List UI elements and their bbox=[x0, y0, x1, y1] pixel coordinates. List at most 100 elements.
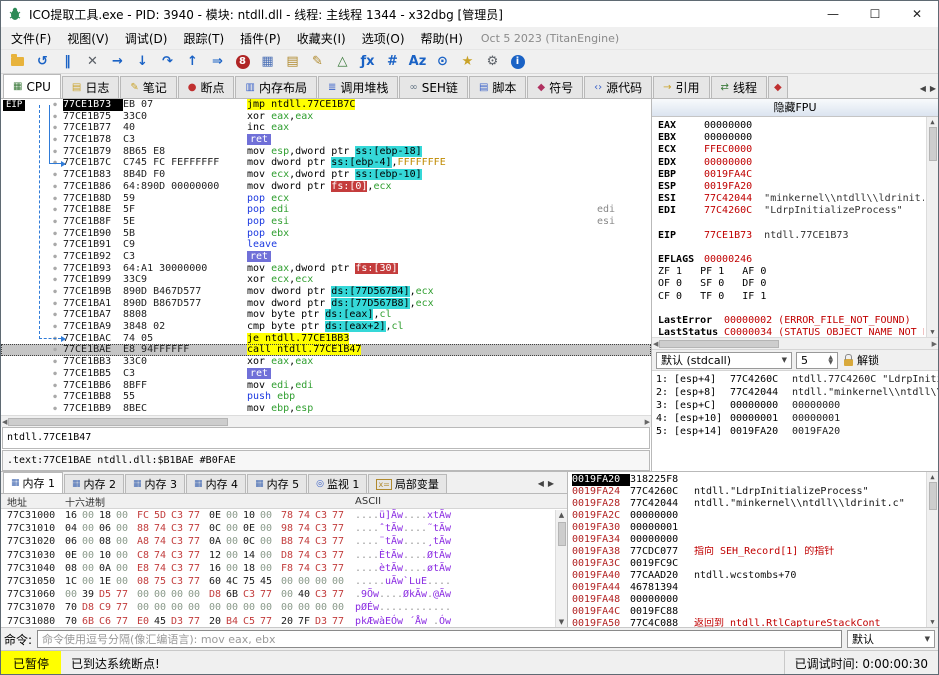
tab-cpu[interactable]: ▦ CPU bbox=[3, 74, 61, 98]
disasm-row[interactable]: ● 77CE1B92 C3 ret bbox=[1, 250, 651, 263]
maximize-button[interactable]: ☐ bbox=[854, 1, 896, 27]
tab-source[interactable]: ‹› 源代码 bbox=[584, 76, 653, 98]
tab-script[interactable]: ▤ 脚本 bbox=[468, 76, 527, 98]
step-out-button[interactable]: ↑ bbox=[180, 51, 205, 73]
dump-row[interactable]: 77C31060 00 39 D5 77 00 00 00 00 D8 6B C3 77 00 40 C3 77… bbox=[7, 588, 567, 601]
stack-row[interactable]: 0019FA34 00000000 bbox=[572, 534, 924, 546]
disasm-row[interactable]: ● 77CE1B91 C9 leave bbox=[1, 239, 651, 251]
disasm-row[interactable]: ● 77CE1B8E 5F pop edi edi bbox=[1, 204, 651, 216]
register-row[interactable]: LastStatus C0000034 (STATUS_OBJECT_NAME_N… bbox=[658, 327, 924, 337]
scroll-thumb[interactable] bbox=[929, 482, 937, 510]
unlock-toggle[interactable]: 解锁 bbox=[844, 352, 879, 368]
disasm-row[interactable]: ● 77CE1B79 8B65 E8 mov esp,dword ptr ss:[eb… bbox=[1, 145, 651, 158]
scroll-thumb[interactable] bbox=[929, 127, 937, 161]
disasm-row[interactable]: ● 77CE1B77 40 inc eax bbox=[1, 122, 651, 134]
disasm-row[interactable]: ● 77CE1B8D 59 pop ecx bbox=[1, 193, 651, 205]
dump-tab-scroll-right-button[interactable]: ▶ bbox=[548, 479, 554, 488]
command-profile-select[interactable]: 默认 ▼ bbox=[847, 630, 935, 648]
scroll-down-icon[interactable]: ▼ bbox=[930, 618, 934, 626]
favourite-tools-button[interactable]: ★ bbox=[455, 51, 480, 73]
register-row[interactable]: EDX 00000000 bbox=[658, 157, 924, 169]
notes-button[interactable]: ✎ bbox=[305, 51, 330, 73]
stack-row[interactable]: 0019FA38 77CDC077 指向 SEH_Record[1] 的指针 bbox=[572, 546, 924, 558]
disasm-row[interactable]: ● 77CE1B8F 5E pop esi esi bbox=[1, 216, 651, 228]
stack-row[interactable]: 0019FA40 77CAAD20 ntdll.wcstombs+70 bbox=[572, 570, 924, 582]
memory-map-button[interactable]: ▦ bbox=[255, 51, 280, 73]
disasm-row[interactable]: ● 77CE1B93 64:A1 30000000 mov eax,dword ptr… bbox=[1, 262, 651, 275]
stack-row[interactable]: 0019FA20 318225F8 bbox=[572, 474, 924, 486]
stack-row[interactable]: 0019FA3C 0019FC9C bbox=[572, 558, 924, 570]
register-row[interactable]: ESP 0019FA20 bbox=[658, 181, 924, 193]
register-row[interactable]: CF 0 TF 0 IF 1 bbox=[658, 291, 924, 303]
menu-item-plugins[interactable]: 插件(P) bbox=[232, 28, 289, 49]
register-row[interactable]: OF 0 SF 0 DF 0 bbox=[658, 278, 924, 290]
scroll-right-icon[interactable]: ▶ bbox=[932, 340, 937, 348]
dump-tab-dump-2[interactable]: ▦ 内存 2 bbox=[64, 474, 125, 493]
disasm-row[interactable]: ● 77CE1BA9 3848 02 cmp byte ptr ds:[eax+2],… bbox=[1, 321, 651, 333]
register-row[interactable]: EBP 0019FA4C bbox=[658, 169, 924, 181]
menu-item-view[interactable]: 视图(V) bbox=[59, 28, 117, 49]
scroll-up-icon[interactable]: ▲ bbox=[559, 511, 564, 519]
disasm-row[interactable]: ● 77CE1B75 33C0 xor eax,eax bbox=[1, 111, 651, 123]
tab-call-stack[interactable]: ≣ 调用堆栈 bbox=[317, 76, 399, 98]
breakpoint-dot-icon[interactable]: ● bbox=[47, 368, 63, 380]
dump-tab-dump-5[interactable]: ▦ 内存 5 bbox=[247, 474, 308, 493]
register-row[interactable]: LastError 00000002 (ERROR_FILE_NOT_FOUND) bbox=[658, 315, 924, 327]
dump-row[interactable]: 77C31080 70 6B C6 77 E0 45 D3 77 20 B4 C5 77 20 7F D3 77… bbox=[7, 615, 567, 628]
dump-tab-dump-4[interactable]: ▦ 内存 4 bbox=[186, 474, 247, 493]
dump-tab-dump-3[interactable]: ▦ 内存 3 bbox=[125, 474, 186, 493]
run-trace-button[interactable]: 8 bbox=[230, 51, 255, 73]
find-pattern-button[interactable]: ⊙ bbox=[430, 51, 455, 73]
registers-vscrollbar[interactable]: ▲ ▼ bbox=[926, 117, 938, 337]
register-row[interactable]: EDI 77C4260C "LdrpInitializeProcess" bbox=[658, 205, 924, 217]
dump-row[interactable]: 77C31020 06 00 08 00 A8 74 C3 77 0A 00 0C 00 B8 74 C3 77… bbox=[7, 535, 567, 548]
dump-tab-locals[interactable]: x= 局部变量 bbox=[368, 474, 447, 493]
tab-seh-chain[interactable]: ∞ SEH链 bbox=[399, 76, 468, 98]
about-button[interactable]: i bbox=[505, 51, 530, 73]
disasm-row[interactable]: ● 77CE1BA1 890D B867D577 mov dword ptr ds:[… bbox=[1, 297, 651, 310]
tab-references[interactable]: → 引用 bbox=[653, 76, 710, 98]
stack-row[interactable]: 0019FA30 00000001 bbox=[572, 522, 924, 534]
disasm-row[interactable]: ● 77CE1BB6 8BFF mov edi,edi bbox=[1, 380, 651, 392]
dump-row[interactable]: 77C31010 04 00 06 00 88 74 C3 77 0C 00 0E 00 98 74 C3 77… bbox=[7, 522, 567, 535]
minimize-button[interactable]: — bbox=[812, 1, 854, 27]
register-row[interactable]: EIP 77CE1B73 ntdll.77CE1B73 bbox=[658, 230, 924, 242]
register-row[interactable]: EBX 00000000 bbox=[658, 132, 924, 144]
tab-notes[interactable]: ✎ 笔记 bbox=[120, 76, 177, 98]
step-into-button[interactable]: ↓ bbox=[130, 51, 155, 73]
stack-pane[interactable]: 0019FA20 318225F8 0019FA24 77C4260C ntdll."L… bbox=[568, 472, 938, 627]
disassembly-view[interactable]: EIP ● 77CE1B73 EB 07 jmp ntdll.77CE1B7C ● 77C… bbox=[1, 99, 651, 415]
disasm-row[interactable]: ● 77CE1BB5 C3 ret bbox=[1, 367, 651, 380]
disasm-row[interactable]: ● 77CE1B83 8B4D F0 mov ecx,dword ptr ss:[eb… bbox=[1, 169, 651, 181]
stack-row[interactable]: 0019FA4C 0019FC88 bbox=[572, 606, 924, 618]
scroll-left-icon[interactable]: ◀ bbox=[2, 418, 7, 426]
menu-item-trace[interactable]: 跟踪(T) bbox=[175, 28, 232, 49]
scroll-left-icon[interactable]: ◀ bbox=[653, 340, 658, 348]
argument-row[interactable]: 4: [esp+10] 00000001 00000001 bbox=[656, 412, 938, 425]
stack-row[interactable]: 0019FA28 77C42044 ntdll."minkernel\\ntdll\… bbox=[572, 498, 924, 510]
disasm-row[interactable]: ● 77CE1B90 5B pop ebx bbox=[1, 228, 651, 240]
pause-button[interactable]: ‖ bbox=[55, 51, 80, 73]
breakpoint-dot-icon[interactable]: ● bbox=[47, 344, 63, 356]
breakpoint-dot-icon[interactable]: ● bbox=[47, 391, 63, 403]
open-file-button[interactable] bbox=[5, 51, 30, 73]
dump-tab-scroll-left-button[interactable]: ◀ bbox=[538, 479, 544, 488]
tab-memory-map[interactable]: ▥ 内存布局 bbox=[235, 76, 317, 98]
argument-row[interactable]: 1: [esp+4] 77C4260C ntdll.77C4260C "LdrpIni… bbox=[656, 373, 938, 386]
scroll-thumb[interactable] bbox=[558, 522, 566, 546]
dump-vscrollbar[interactable]: ▲ ▼ bbox=[555, 510, 567, 627]
scroll-thumb[interactable] bbox=[659, 339, 780, 348]
stack-row[interactable]: 0019FA44 46781394 bbox=[572, 582, 924, 594]
tab-scroll-right-button[interactable]: ▶ bbox=[930, 84, 936, 93]
tab-threads[interactable]: ⇄ 线程 bbox=[710, 76, 767, 98]
run-button[interactable]: → bbox=[105, 51, 130, 73]
disasm-row[interactable]: ● 77CE1BA7 8808 mov byte ptr ds:[eax],cl bbox=[1, 309, 651, 321]
disasm-row[interactable]: ● 77CE1B99 33C9 xor ecx,ecx bbox=[1, 274, 651, 286]
strings-button[interactable]: Az bbox=[405, 51, 430, 73]
breakpoint-dot-icon[interactable]: ● bbox=[47, 380, 63, 392]
menu-item-file[interactable]: 文件(F) bbox=[3, 28, 59, 49]
register-row[interactable]: ESI 77C42044 "minkernel\\ntdll\\ldrinit.c" bbox=[658, 193, 924, 205]
registers-hscrollbar[interactable]: ◀ ▶ bbox=[652, 337, 938, 349]
command-input[interactable] bbox=[37, 630, 842, 648]
arguments-view[interactable]: 1: [esp+4] 77C4260C ntdll.77C4260C "LdrpIni… bbox=[652, 371, 938, 471]
